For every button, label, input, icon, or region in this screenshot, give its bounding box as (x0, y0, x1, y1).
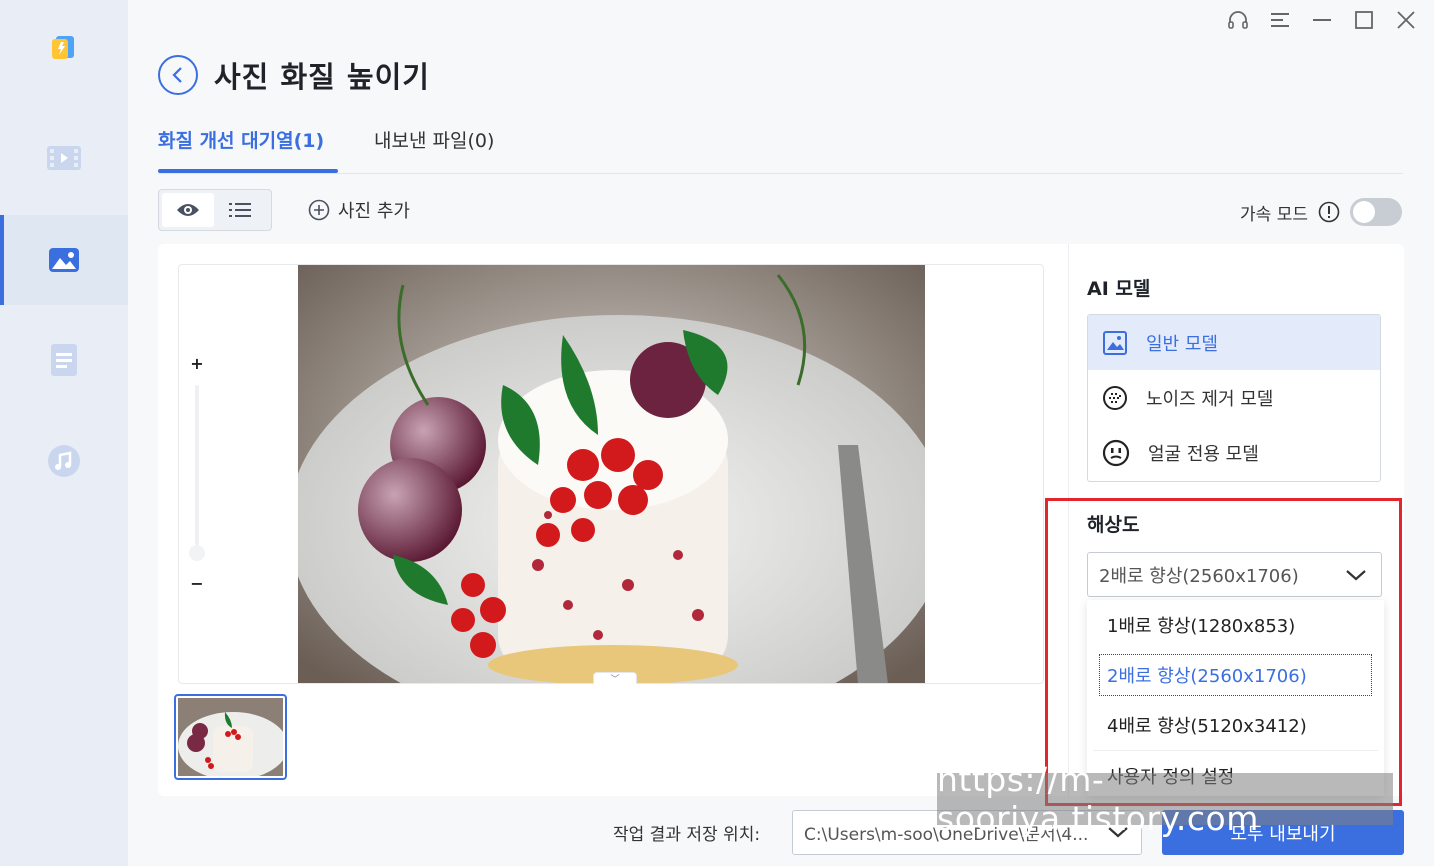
list-view-button[interactable] (214, 193, 266, 227)
add-photo-button[interactable]: 사진 추가 (308, 197, 410, 223)
ai-model-title: AI 모델 (1087, 278, 1151, 300)
chevron-left-icon (172, 67, 182, 83)
image-icon (49, 248, 79, 272)
active-tab-indicator (158, 169, 338, 173)
accel-mode-toggle[interactable] (1350, 198, 1402, 226)
image-preview: + − (178, 264, 1044, 684)
preview-view-button[interactable] (162, 193, 214, 227)
model-label: 노이즈 제거 모델 (1146, 388, 1274, 410)
ai-model-list: 일반 모델 노이즈 제거 모델 얼굴 전용 모델 (1087, 314, 1381, 482)
model-option-denoise[interactable]: 노이즈 제거 모델 (1088, 370, 1380, 425)
zoom-control: + − (187, 353, 207, 593)
save-location-label: 작업 결과 저장 위치: (613, 825, 761, 845)
cake-photo (288, 265, 948, 683)
picture-icon (1103, 330, 1127, 355)
minimize-icon[interactable] (1310, 6, 1334, 34)
menu-icon[interactable] (1268, 6, 1292, 34)
app-logo-icon (48, 32, 78, 62)
zoom-track[interactable] (195, 385, 199, 545)
info-icon[interactable] (1318, 201, 1340, 223)
face-icon (1102, 439, 1130, 466)
sidebar-item-audio[interactable] (0, 416, 128, 506)
music-icon (48, 445, 80, 477)
maximize-icon[interactable] (1352, 6, 1376, 34)
thumbnail-selected[interactable] (174, 694, 288, 780)
tab-exported-files[interactable]: 내보낸 파일(0) (374, 126, 494, 153)
zoom-slider-handle[interactable] (189, 545, 205, 561)
zoom-in-button[interactable]: + (187, 353, 207, 373)
view-toggle (158, 189, 272, 231)
tab-enhance-queue[interactable]: 화질 개선 대기열(1) (158, 126, 324, 153)
sidebar-item-document[interactable] (0, 315, 128, 405)
plus-circle-icon (308, 199, 330, 221)
headset-icon[interactable] (1226, 6, 1250, 34)
window-controls (1226, 6, 1418, 34)
accel-mode-label: 가속 모드 (1240, 204, 1308, 225)
list-icon (229, 203, 251, 217)
model-label: 일반 모델 (1146, 333, 1218, 355)
noise-icon (1103, 385, 1127, 410)
accel-mode: 가속 모드 (1240, 198, 1402, 226)
model-option-face[interactable]: 얼굴 전용 모델 (1088, 425, 1380, 480)
tab-bar: 화질 개선 대기열(1) 내보낸 파일(0) (158, 122, 1403, 174)
model-option-general[interactable]: 일반 모델 (1088, 315, 1380, 370)
page-title: 사진 화질 높이기 (214, 60, 430, 94)
watermark: https://m-sooriya.tistory.com (937, 760, 1393, 838)
video-icon (47, 146, 81, 170)
eye-icon (177, 204, 199, 216)
sidebar-item-photo[interactable] (0, 215, 128, 305)
collapse-thumbnails-button[interactable]: ﹀ (593, 672, 637, 685)
zoom-out-button[interactable]: − (187, 573, 207, 593)
close-icon[interactable] (1394, 6, 1418, 34)
add-photo-label: 사진 추가 (338, 201, 410, 222)
sidebar (0, 0, 128, 866)
document-icon (51, 344, 77, 376)
sidebar-item-video[interactable] (0, 113, 128, 203)
back-button[interactable] (158, 55, 198, 95)
model-label: 얼굴 전용 모델 (1148, 443, 1259, 465)
